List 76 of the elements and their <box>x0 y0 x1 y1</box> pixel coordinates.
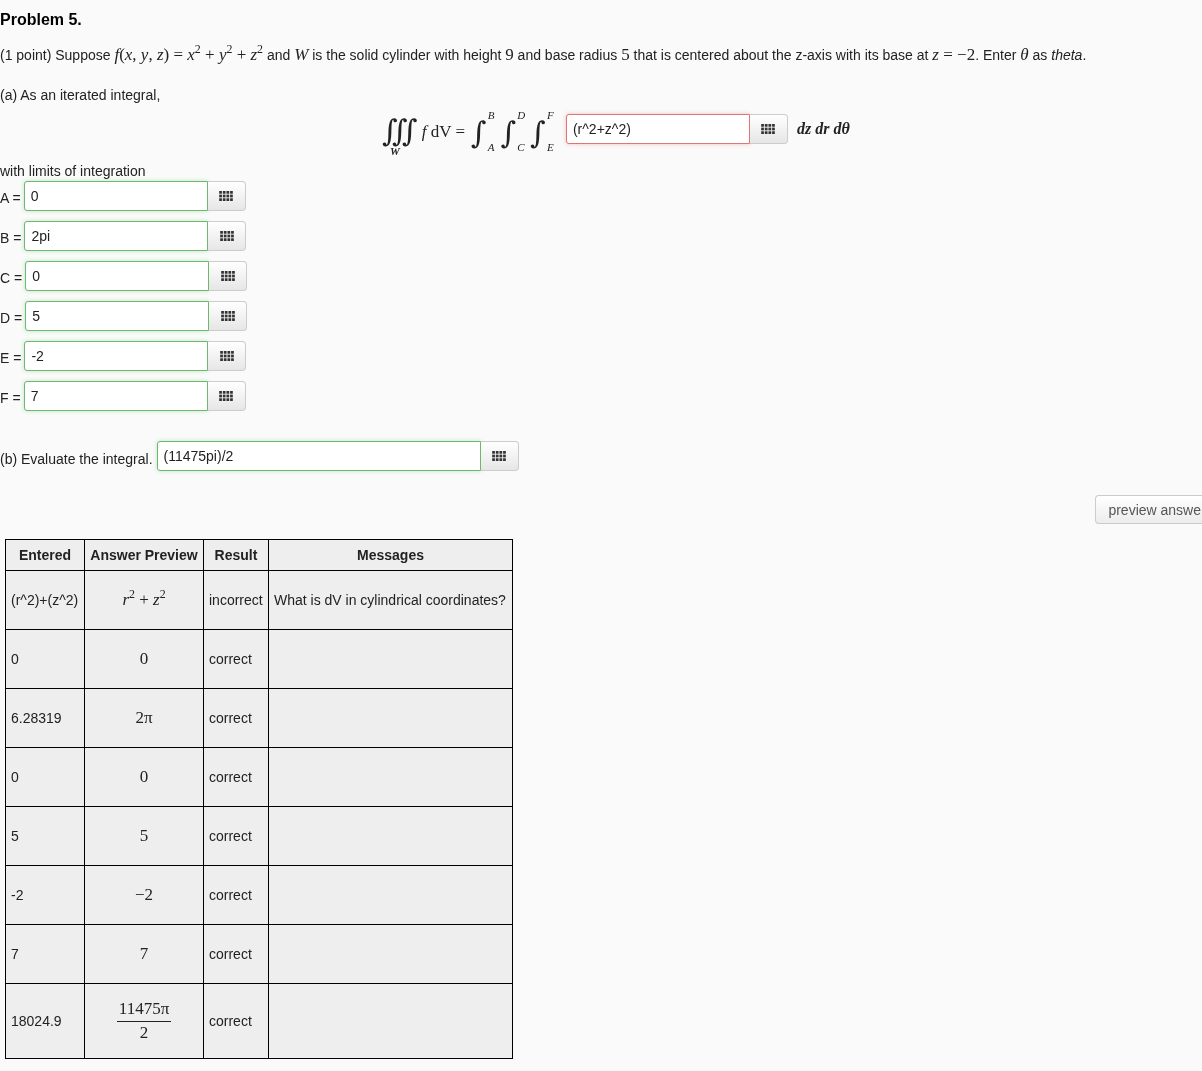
table-cell: 0 <box>5 747 85 807</box>
limit-label: B = <box>0 229 22 246</box>
limits-label: with limits of integration <box>0 162 147 181</box>
table-cell: correct <box>203 806 269 866</box>
limit-label: A = <box>0 189 21 206</box>
grid-button[interactable] <box>208 341 247 371</box>
table-cell: (r^2)+(z^2) <box>5 570 85 630</box>
lower-limit: A <box>487 141 496 153</box>
column-header: Result <box>203 539 269 571</box>
integral-sign: ∫ <box>471 114 487 152</box>
limit-label: D = <box>0 309 23 326</box>
grid-icon <box>219 191 234 201</box>
answer-field[interactable]: 2pi <box>24 221 209 251</box>
table-cell: 0 <box>84 747 204 807</box>
upper-limit: D <box>517 109 527 121</box>
grid-icon <box>761 124 776 134</box>
integral-sign: ∫ <box>530 114 546 152</box>
answer-field[interactable]: -2 <box>24 341 209 371</box>
answer-field[interactable]: 7 <box>23 381 208 411</box>
table-cell: correct <box>203 983 269 1059</box>
part-a-label: (a) As an iterated integral, <box>0 86 162 105</box>
grid-button[interactable] <box>208 221 247 251</box>
grid-button[interactable] <box>209 301 248 331</box>
grid-icon <box>220 311 235 321</box>
table-cell: correct <box>203 629 269 689</box>
differentials-text: dz dr dθ <box>796 120 850 138</box>
table-cell: 0 <box>5 629 85 689</box>
column-header: Messages <box>268 539 513 571</box>
table-cell: What is dV in cylindrical coordinates? <box>268 570 513 630</box>
preview-button[interactable]: preview answe <box>1095 495 1202 524</box>
grid-button[interactable] <box>209 261 248 291</box>
table-cell: -2 <box>5 865 85 925</box>
column-header: Entered <box>5 539 85 571</box>
answer-field[interactable]: 0 <box>25 261 210 291</box>
table-cell: 6.28319 <box>5 688 85 748</box>
answer-field[interactable]: (r^2+z^2) <box>565 114 750 144</box>
grid-button[interactable] <box>207 381 246 411</box>
limit-label: C = <box>0 269 23 286</box>
grid-icon <box>220 271 235 281</box>
table-cell: correct <box>203 865 269 925</box>
column-header: Answer Preview <box>84 539 204 571</box>
grid-button[interactable] <box>480 441 519 471</box>
table-cell: 5 <box>5 806 85 866</box>
table-cell: 5 <box>84 806 204 866</box>
table-cell: 11475π 2 <box>84 983 204 1059</box>
table-cell: correct <box>203 688 269 748</box>
problem-statement: (1 point) Suppose f(x, y, z) = x$^{2}$ + y$^{2}$ + z$^{2}$ and W is the solid cylinder with height 9 and base radius 5 that is centered about the z-axis with its base at z = −2. Enter θ as theta. <box>0 45 1088 65</box>
limit-label: E = <box>0 349 22 366</box>
grid-button[interactable] <box>207 181 246 211</box>
integrand-text: f dV = <box>421 122 466 142</box>
upper-limit: F <box>546 109 555 121</box>
table-cell: 0 <box>84 629 204 689</box>
problem-title: Problem 5. <box>0 10 83 30</box>
table-cell: incorrect <box>203 570 269 630</box>
lower-limit: E <box>546 141 555 153</box>
table-cell: r$^{2}$ + z$^{2}$ <box>84 570 204 630</box>
limit-label: F = <box>0 389 21 406</box>
table-cell: 7 <box>5 924 85 984</box>
integral-sign: ∫ <box>500 114 517 152</box>
part-b-label: (b) Evaluate the integral. <box>0 450 153 467</box>
upper-limit: B <box>487 109 496 121</box>
grid-icon <box>219 391 234 401</box>
table-cell: −2 <box>84 865 204 925</box>
table-cell: correct <box>203 747 269 807</box>
grid-button[interactable] <box>749 114 788 144</box>
table-cell: 7 <box>84 924 204 984</box>
grid-icon <box>492 451 507 461</box>
answer-field[interactable]: 0 <box>23 181 208 211</box>
answer-field[interactable]: 5 <box>25 301 210 331</box>
answer-field[interactable]: (11475pi)/2 <box>156 441 481 471</box>
table-cell: 18024.9 <box>5 983 85 1059</box>
table-cell: correct <box>203 924 269 984</box>
table-cell: 2π <box>84 688 204 748</box>
grid-icon <box>219 351 234 361</box>
grid-icon <box>219 231 234 241</box>
lower-limit: C <box>517 141 526 153</box>
